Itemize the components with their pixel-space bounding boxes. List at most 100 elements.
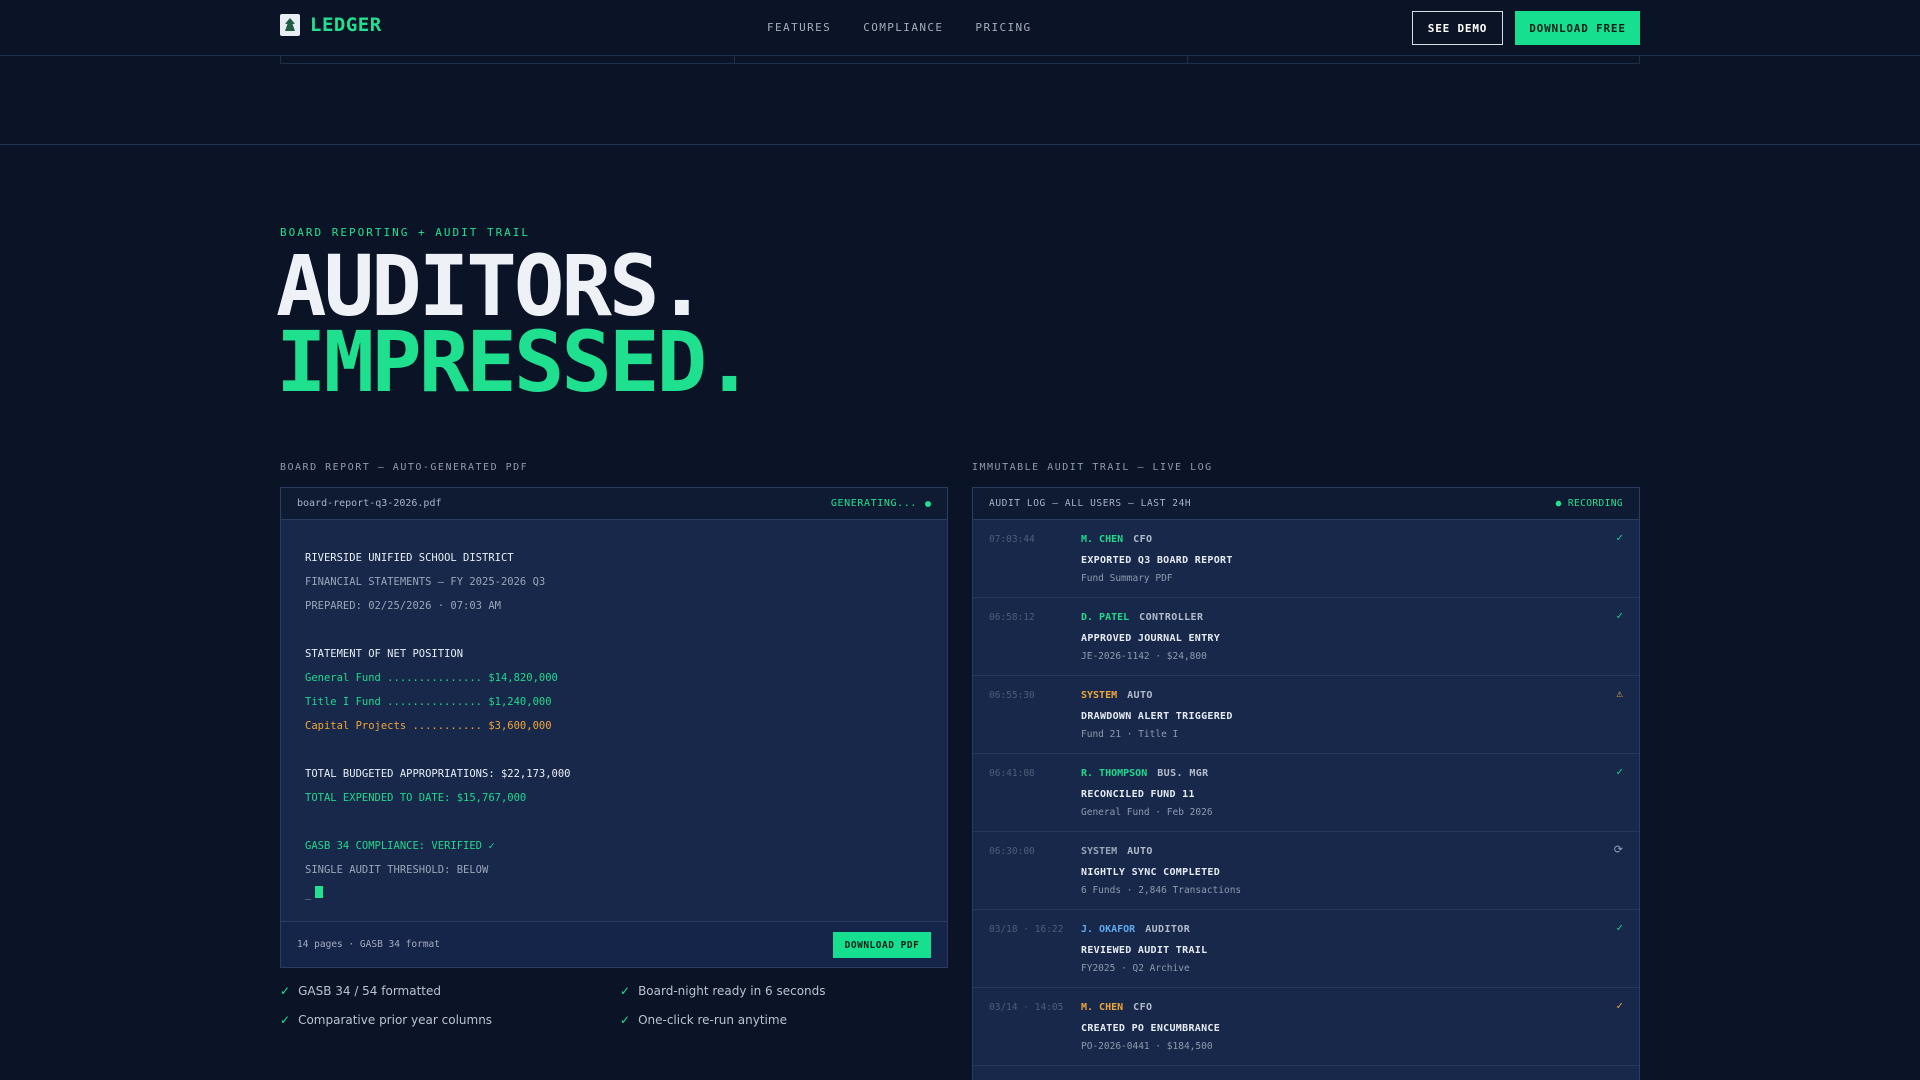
- headline-line-2: IMPRESSED.: [276, 313, 755, 411]
- audit-entries: 07:03:44 M. CHEN CFO EXPORTED Q3 BOARD REPO…: [973, 520, 1639, 1066]
- entry-user: R. THOMPSON BUS. MGR: [1081, 768, 1209, 779]
- generating-label: GENERATING...: [830, 498, 917, 509]
- entry-user-name: SYSTEM: [1081, 846, 1118, 857]
- entry-user-role: AUTO: [1127, 846, 1153, 857]
- entry-user-name: R. THOMPSON: [1081, 768, 1148, 779]
- entry-status-icon: ⚠: [1616, 687, 1623, 700]
- capital-projects-line: Capital Projects ........... $3,600,000: [305, 720, 552, 732]
- entry-action: RECONCILED FUND 11: [1081, 789, 1195, 800]
- entry-user: J. OKAFOR AUDITOR: [1081, 924, 1190, 935]
- entry-action: APPROVED JOURNAL ENTRY: [1081, 633, 1221, 644]
- decorative-strip: [280, 56, 1640, 64]
- entry-user-role: CFO: [1133, 1002, 1153, 1013]
- recording-badge: ● RECORDING: [1555, 498, 1623, 509]
- tree-logo-icon: [280, 14, 300, 36]
- entry-detail: Fund 21 · Title I: [1081, 729, 1179, 740]
- entry-detail: General Fund · Feb 2026: [1081, 807, 1213, 818]
- nav-link-features[interactable]: FEATURES: [767, 21, 831, 34]
- nav-link-compliance[interactable]: COMPLIANCE: [863, 21, 943, 34]
- audit-header: AUDIT LOG — ALL USERS — LAST 24H ● RECOR…: [973, 488, 1639, 520]
- audit-entry[interactable]: 06:58:12 D. PATEL CONTROLLER APPROVED JOURN…: [973, 598, 1639, 676]
- brand-logo[interactable]: LEDGER: [280, 14, 382, 36]
- report-header: board-report-q3-2026.pdf GENERATING...: [281, 488, 947, 520]
- entry-user-role: AUDITOR: [1145, 924, 1191, 935]
- total-budgeted-line: TOTAL BUDGETED APPROPRIATIONS: $22,173,0…: [305, 768, 571, 780]
- audit-entry[interactable]: 06:41:08 R. THOMPSON BUS. MGR RECONCILED FU…: [973, 754, 1639, 832]
- entry-action: REVIEWED AUDIT TRAIL: [1081, 945, 1208, 956]
- board-report-panel: board-report-q3-2026.pdf GENERATING... R…: [280, 487, 948, 968]
- general-fund-line: General Fund ............... $14,820,000: [305, 672, 558, 684]
- entry-user: SYSTEM AUTO: [1081, 846, 1153, 857]
- report-content: RIVERSIDE UNIFIED SCHOOL DISTRICT FINANC…: [305, 546, 571, 906]
- audit-title: AUDIT LOG — ALL USERS — LAST 24H: [989, 498, 1192, 509]
- nav-links: FEATURES COMPLIANCE PRICING: [767, 21, 1032, 34]
- feature-item: ✓ GASB 34 / 54 formatted: [280, 984, 441, 998]
- entry-status-icon: ⟳: [1613, 843, 1623, 856]
- feature-item: ✓ Board-night ready in 6 seconds: [620, 984, 826, 998]
- entry-user-name: SYSTEM: [1081, 690, 1118, 701]
- download-pdf-button[interactable]: DOWNLOAD PDF: [833, 932, 931, 958]
- entry-user-name: J. OKAFOR: [1081, 924, 1136, 935]
- feature-item: ✓ One-click re-run anytime: [620, 1013, 787, 1027]
- entry-status-icon: ✓: [1616, 765, 1623, 778]
- report-section-label: BOARD REPORT — AUTO-GENERATED PDF: [280, 462, 529, 473]
- entry-time: 06:55:30: [989, 690, 1035, 701]
- entry-user-role: BUS. MGR: [1157, 768, 1209, 779]
- see-demo-button[interactable]: SEE DEMO: [1412, 11, 1503, 45]
- entry-detail: Fund Summary PDF: [1081, 573, 1173, 584]
- entry-user: D. PATEL CONTROLLER: [1081, 612, 1203, 623]
- entry-time: 06:41:08: [989, 768, 1035, 779]
- entry-time: 06:30:00: [989, 846, 1035, 857]
- feature-label: Comparative prior year columns: [298, 1013, 493, 1027]
- hero-headline: AUDITORS. IMPRESSED.: [276, 244, 755, 411]
- statements-line: FINANCIAL STATEMENTS — FY 2025-2026 Q3: [305, 576, 546, 588]
- generating-status: GENERATING...: [831, 498, 931, 509]
- report-footer: 14 pages · GASB 34 format DOWNLOAD PDF: [281, 921, 947, 967]
- report-meta: 14 pages · GASB 34 format: [297, 939, 440, 950]
- entry-user-role: AUTO: [1127, 690, 1153, 701]
- audit-entry[interactable]: 06:55:30 SYSTEM AUTO DRAWDOWN ALERT TRIGGER…: [973, 676, 1639, 754]
- audit-entry[interactable]: 07:03:44 M. CHEN CFO EXPORTED Q3 BOARD REPO…: [973, 520, 1639, 598]
- title-i-fund-line: Title I Fund ............... $1,240,000: [305, 696, 552, 708]
- feature-item: ✓ Comparative prior year columns: [280, 1013, 492, 1027]
- prepared-line: PREPARED: 02/25/2026 · 07:03 AM: [305, 600, 501, 612]
- entry-action: EXPORTED Q3 BOARD REPORT: [1081, 555, 1233, 566]
- entry-user-role: CONTROLLER: [1139, 612, 1204, 623]
- entry-user: SYSTEM AUTO: [1081, 690, 1153, 701]
- feature-label: Board-night ready in 6 seconds: [638, 984, 826, 998]
- entry-action: NIGHTLY SYNC COMPLETED: [1081, 867, 1221, 878]
- entry-detail: FY2025 · Q2 Archive: [1081, 963, 1190, 974]
- audit-entry[interactable]: 06:30:00 SYSTEM AUTO NIGHTLY SYNC COMPLETED…: [973, 832, 1639, 910]
- gasb-compliance-line: GASB 34 COMPLIANCE: VERIFIED ✓: [305, 840, 495, 852]
- entry-user-role: CFO: [1133, 534, 1153, 545]
- total-expended-line: TOTAL EXPENDED TO DATE: $15,767,000: [305, 792, 527, 804]
- feature-label: One-click re-run anytime: [638, 1013, 787, 1027]
- audit-section-label: IMMUTABLE AUDIT TRAIL — LIVE LOG: [972, 462, 1213, 473]
- entry-time: 06:58:12: [989, 612, 1035, 623]
- entry-action: DRAWDOWN ALERT TRIGGERED: [1081, 711, 1233, 722]
- feature-label: GASB 34 / 54 formatted: [298, 984, 442, 998]
- entry-time: 07:03:44: [989, 534, 1035, 545]
- audit-entry[interactable]: 03/14 · 14:05 M. CHEN CFO CREATED PO ENCUMB…: [973, 988, 1639, 1066]
- nav-link-pricing[interactable]: PRICING: [975, 21, 1031, 34]
- entry-user-name: M. CHEN: [1081, 534, 1124, 545]
- district-name: RIVERSIDE UNIFIED SCHOOL DISTRICT: [305, 552, 514, 564]
- single-audit-line: SINGLE AUDIT THRESHOLD: BELOW: [305, 864, 489, 876]
- entry-user-name: D. PATEL: [1081, 612, 1130, 623]
- audit-entry[interactable]: 03/18 · 16:22 J. OKAFOR AUDITOR REVIEWED AU…: [973, 910, 1639, 988]
- terminal-prompt: _: [305, 882, 571, 906]
- status-dot-icon: [925, 500, 931, 507]
- entry-time: 03/18 · 16:22: [989, 924, 1064, 935]
- entry-status-icon: ✓: [1616, 999, 1623, 1012]
- entry-user-name: M. CHEN: [1081, 1002, 1124, 1013]
- entry-user: M. CHEN CFO: [1081, 534, 1152, 545]
- entry-status-icon: ✓: [1616, 609, 1623, 622]
- check-icon: ✓: [620, 984, 631, 998]
- net-position-heading: STATEMENT OF NET POSITION: [305, 648, 464, 660]
- section-divider: [0, 144, 1920, 145]
- download-free-button[interactable]: DOWNLOAD FREE: [1515, 11, 1640, 45]
- entry-detail: PO-2026-0441 · $184,500: [1081, 1041, 1213, 1052]
- check-icon: ✓: [280, 1013, 291, 1027]
- report-filename: board-report-q3-2026.pdf: [297, 498, 442, 509]
- brand-name: LEDGER: [310, 14, 382, 36]
